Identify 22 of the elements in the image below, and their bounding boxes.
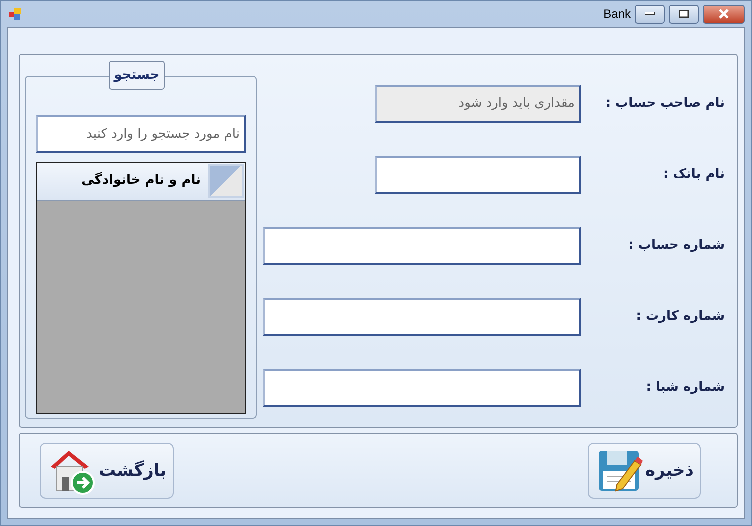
- close-icon: [718, 9, 730, 19]
- search-field[interactable]: نام مورد جستجو را وارد کنید: [36, 115, 246, 153]
- field-label: شماره کارت :: [635, 309, 726, 324]
- group-title: جستجو: [109, 61, 165, 90]
- back-button[interactable]: بازگشت: [40, 442, 174, 498]
- field-label: نام بانک :: [662, 167, 726, 182]
- select-all-cell[interactable]: [208, 164, 244, 198]
- field-label: نام صاحب حساب :: [604, 96, 726, 111]
- input-field[interactable]: [263, 226, 581, 264]
- maximize-icon: [679, 10, 689, 18]
- minimize-icon: [645, 12, 655, 16]
- input-field[interactable]: [375, 156, 581, 194]
- input-field[interactable]: [263, 298, 581, 336]
- save-button[interactable]: ذخیره: [588, 442, 701, 498]
- minimize-button[interactable]: [635, 4, 665, 24]
- app-icon: [9, 8, 21, 20]
- input-field[interactable]: [263, 368, 581, 406]
- field-label: شماره حساب :: [628, 238, 726, 253]
- field-label: شماره شبا :: [645, 380, 726, 395]
- close-button[interactable]: [703, 4, 745, 24]
- window-title: Bank: [604, 7, 631, 21]
- maximize-button[interactable]: [669, 4, 699, 24]
